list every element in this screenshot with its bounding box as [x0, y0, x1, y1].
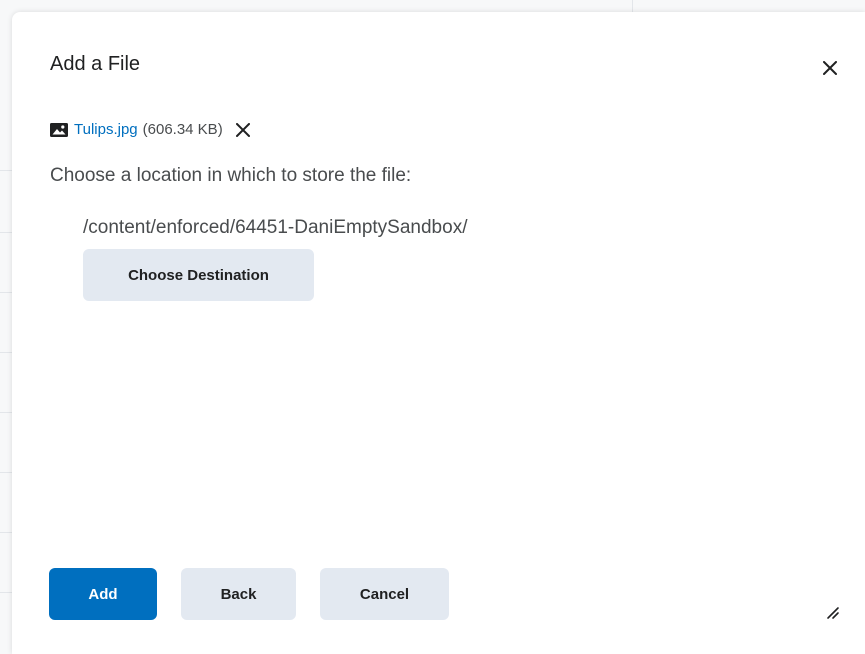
background-divider: [0, 232, 12, 233]
cancel-button[interactable]: Cancel: [320, 568, 449, 620]
background-divider: [632, 0, 633, 12]
add-button[interactable]: Add: [49, 568, 157, 620]
file-name-link[interactable]: Tulips.jpg: [74, 120, 138, 140]
background-divider: [0, 292, 12, 293]
close-icon: [235, 123, 250, 137]
remove-file-button[interactable]: [233, 120, 253, 140]
background-divider: [0, 412, 12, 413]
destination-path: /content/enforced/64451-DaniEmptySandbox…: [83, 217, 468, 238]
background-divider: [0, 472, 12, 473]
file-size: (606.34 KB): [142, 121, 223, 138]
background-divider: [0, 352, 12, 353]
add-file-dialog: Add a File Tulips.jpg (606.34 KB) Choose…: [12, 12, 865, 654]
background-divider: [0, 170, 12, 171]
choose-destination-button[interactable]: Choose Destination: [83, 249, 314, 301]
image-icon: [50, 123, 68, 137]
back-button[interactable]: Back: [181, 568, 296, 620]
resize-handle-icon[interactable]: [824, 604, 840, 620]
location-prompt: Choose a location in which to store the …: [50, 165, 412, 186]
background-divider: [0, 532, 12, 533]
close-dialog-button[interactable]: [818, 56, 842, 80]
attached-file: Tulips.jpg (606.34 KB): [50, 119, 253, 141]
dialog-title: Add a File: [50, 53, 141, 75]
background-divider: [0, 592, 12, 593]
close-icon: [823, 61, 837, 75]
